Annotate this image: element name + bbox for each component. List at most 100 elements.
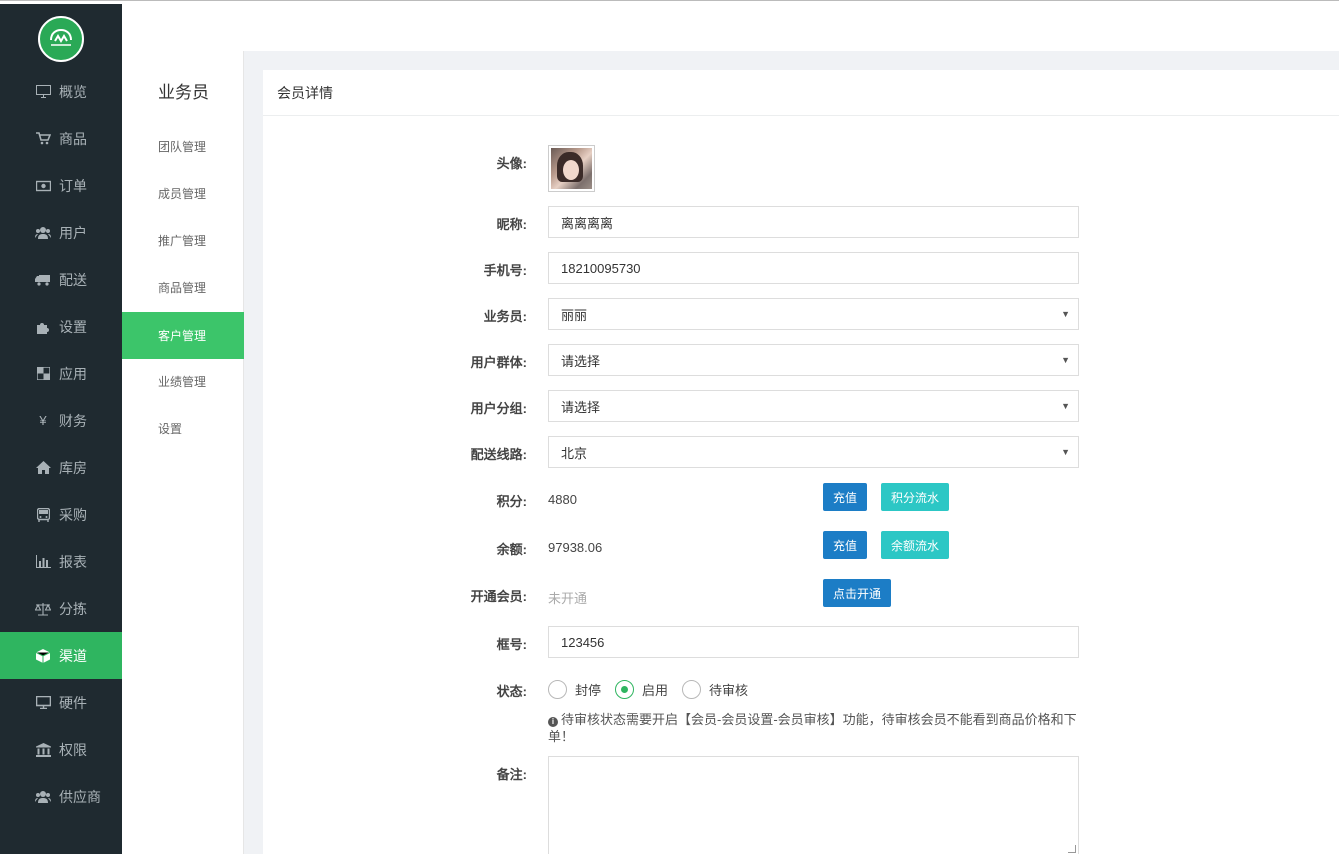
nav-item-orders[interactable]: 订单 [0,162,122,209]
nav-item-label: 库房 [59,459,87,476]
member-detail-panel: 会员详情 头像: 昵称: 离离离离 手机号: 18210095730 业务员: … [263,70,1339,854]
top-bar [122,4,1339,51]
users-icon [35,226,51,240]
users-icon [35,790,51,804]
nav-item-users[interactable]: 用户 [0,209,122,256]
status-radio-group: 封停 启用 待审核 [548,680,762,699]
subnav-item-settings[interactable]: 设置 [122,405,244,452]
nav-item-reports[interactable]: 报表 [0,538,122,585]
status-radio-pending[interactable]: 待审核 [682,680,748,699]
nav-item-permissions[interactable]: 权限 [0,726,122,773]
nav-item-label: 采购 [59,506,87,523]
balance-label: 余额: [496,542,527,557]
resize-grip-icon[interactable] [1068,845,1076,853]
box-number-field[interactable]: 123456 [548,626,1079,658]
salesman-select[interactable]: 丽丽 ▼ [548,298,1079,330]
status-label: 状态: [496,684,527,699]
balance-flow-button[interactable]: 余额流水 [881,531,950,559]
nav-item-label: 订单 [59,177,87,194]
user-category-select[interactable]: 请选择 ▼ [548,390,1079,422]
home-icon [35,461,51,475]
brand-logo[interactable] [38,16,84,62]
money-icon [35,179,51,193]
status-radio-enabled[interactable]: 启用 [615,680,668,699]
cube-icon [35,648,51,663]
subnav-item-members[interactable]: 成员管理 [122,170,244,217]
radio-label: 封停 [575,683,602,698]
nav-item-finance[interactable]: ¥ 财务 [0,397,122,444]
sub-nav: 业务员 团队管理 成员管理 推广管理 商品管理 客户管理 业绩管理 设置 [122,51,244,854]
nickname-label: 昵称: [496,217,527,232]
chevron-down-icon: ▼ [1061,355,1070,365]
salesman-value: 丽丽 [561,307,588,323]
nav-item-products[interactable]: 商品 [0,115,122,162]
open-membership-button[interactable]: 点击开通 [823,579,892,607]
points-flow-button[interactable]: 积分流水 [881,483,950,511]
subnav-item-customers[interactable]: 客户管理 [122,312,244,359]
nav-item-channels[interactable]: 渠道 [0,632,122,679]
nav-item-label: 财务 [59,412,87,429]
salesman-label: 业务员: [483,309,527,324]
nav-item-apps[interactable]: 应用 [0,350,122,397]
status-radio-suspended[interactable]: 封停 [548,680,601,699]
balance-value: 97938.06 [548,540,603,555]
main-nav: 概览 商品 订单 用户 配送 设置 应用 ¥ 财务 库房 采购 报表 分拣 渠道… [0,4,122,854]
box-number-label: 框号: [496,637,527,652]
user-group-label: 用户群体: [470,355,527,370]
bar-chart-icon [35,555,51,569]
nav-item-label: 商品 [59,130,87,147]
nav-item-overview[interactable]: 概览 [0,68,122,115]
truck-icon [35,273,51,287]
nav-item-suppliers[interactable]: 供应商 [0,773,122,820]
subnav-item-products[interactable]: 商品管理 [122,264,244,311]
nav-item-purchase[interactable]: 采购 [0,491,122,538]
membership-label: 开通会员: [470,589,527,604]
delivery-route-select[interactable]: 北京 ▼ [548,436,1079,468]
avatar-face [563,160,579,180]
points-recharge-button[interactable]: 充值 [823,483,868,511]
phone-label: 手机号: [483,263,527,278]
membership-status: 未开通 [548,591,588,606]
delivery-route-value: 北京 [561,445,588,461]
remark-textarea[interactable] [548,756,1079,854]
nav-item-label: 报表 [59,553,87,570]
nav-item-sorting[interactable]: 分拣 [0,585,122,632]
desktop-icon [35,696,51,710]
nav-item-delivery[interactable]: 配送 [0,256,122,303]
remark-label: 备注: [496,767,527,782]
logo-mark-icon [50,28,72,46]
nav-item-settings[interactable]: 设置 [0,303,122,350]
nav-item-label: 配送 [59,271,87,288]
nav-item-warehouse[interactable]: 库房 [0,444,122,491]
subnav-item-promotion[interactable]: 推广管理 [122,217,244,264]
subnav-item-team[interactable]: 团队管理 [122,123,244,170]
radio-circle [548,680,567,699]
points-label: 积分: [496,494,527,509]
nav-item-label: 应用 [59,365,87,382]
panel-title: 会员详情 [263,70,1339,116]
avatar[interactable] [548,145,595,192]
radio-label: 待审核 [709,683,749,698]
nav-item-hardware[interactable]: 硬件 [0,679,122,726]
subnav-title: 业务员 [158,83,209,102]
nav-item-label: 供应商 [59,788,101,805]
grid-icon [35,367,51,381]
chevron-down-icon: ▼ [1061,447,1070,457]
avatar-image [551,148,592,189]
subnav-item-performance[interactable]: 业绩管理 [122,358,244,405]
info-icon: i [548,717,558,727]
balance-recharge-button[interactable]: 充值 [823,531,868,559]
nav-item-label: 渠道 [59,647,87,664]
nav-item-label: 权限 [59,741,87,758]
chevron-down-icon: ▼ [1061,309,1070,319]
nickname-field[interactable]: 离离离离 [548,206,1079,238]
chevron-down-icon: ▼ [1061,401,1070,411]
bank-icon [35,742,51,757]
yen-icon: ¥ [39,413,47,428]
points-value: 4880 [548,492,577,507]
user-group-value: 请选择 [561,353,601,369]
phone-field[interactable]: 18210095730 [548,252,1079,284]
user-group-select[interactable]: 请选择 ▼ [548,344,1079,376]
nav-item-label: 用户 [59,224,87,241]
radio-circle [615,680,635,699]
